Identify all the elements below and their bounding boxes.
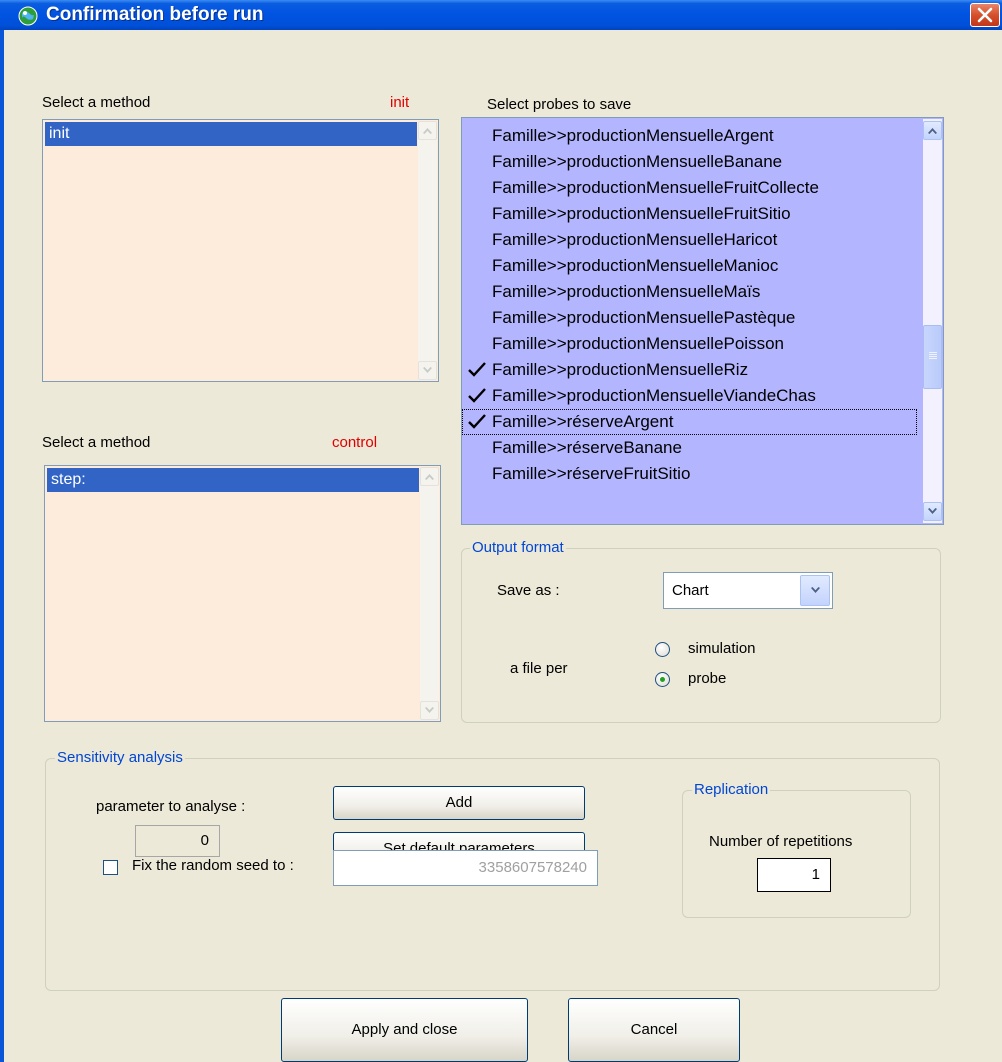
method-init-tag: init (390, 94, 410, 111)
probe-item-label: Famille>>productionMensuelleFruitCollect… (492, 178, 819, 197)
radio-simulation[interactable]: simulation (655, 640, 795, 660)
window-title: Confirmation before run (46, 4, 264, 25)
checkmark-icon (466, 383, 488, 409)
probe-item-label: Famille>>productionMensuellePoisson (492, 334, 784, 353)
param-label: parameter to analyse : (96, 798, 246, 815)
probe-item[interactable]: Famille>>productionMensuelleManioc (462, 253, 917, 279)
probe-item-label: Famille>>productionMensuelleRiz (492, 360, 749, 379)
radio-probe[interactable]: probe (655, 670, 795, 690)
add-button[interactable]: Add (333, 786, 585, 820)
probe-item-label: Famille>>productionMensuelleHaricot (492, 230, 778, 249)
probe-item-label: Famille>>réserveFruitSitio (492, 464, 691, 483)
scroll-up-button[interactable] (923, 121, 942, 140)
method-control-label: Select a method (42, 434, 151, 451)
chevron-up-icon (423, 128, 432, 134)
save-as-label: Save as : (497, 582, 560, 599)
close-icon (977, 7, 993, 23)
chevron-down-icon (423, 367, 432, 373)
fix-seed-checkbox[interactable] (103, 860, 118, 875)
sensitivity-title: Sensitivity analysis (55, 749, 185, 766)
probes-label: Select probes to save (487, 96, 632, 113)
list-item[interactable]: step: (47, 468, 419, 492)
method-init-label: Select a method (42, 94, 151, 111)
radio-button[interactable] (655, 672, 670, 687)
radio-probe-label: probe (688, 670, 727, 687)
probe-item-label: Famille>>productionMensuelleFruitSitio (492, 204, 791, 223)
seed-input[interactable]: 3358607578240 (333, 850, 598, 886)
probe-item[interactable]: Famille>>réserveFruitSitio (462, 461, 917, 487)
close-button[interactable] (970, 3, 1000, 27)
probes-scrollbar[interactable] (923, 119, 942, 523)
probe-item[interactable]: Famille>>productionMensuellePoisson (462, 331, 917, 357)
probe-item-label: Famille>>productionMensuelleManioc (492, 256, 779, 275)
scroll-thumb[interactable] (923, 325, 942, 389)
checkmark-icon (466, 409, 488, 435)
radio-simulation-label: simulation (688, 640, 756, 657)
cancel-button[interactable]: Cancel (568, 998, 740, 1062)
probe-item[interactable]: Famille>>productionMensuelleFruitCollect… (462, 175, 917, 201)
method-init-list[interactable]: init (42, 119, 439, 382)
chevron-down-icon (425, 707, 434, 713)
chevron-up-icon (928, 128, 937, 134)
replication-title: Replication (692, 781, 771, 798)
chevron-up-icon (425, 474, 434, 480)
probe-item[interactable]: Famille>>réserveArgent (462, 409, 917, 435)
probe-item-label: Famille>>productionMensuelleBanane (492, 152, 783, 171)
probe-item[interactable]: Famille>>productionMensuelleViandeChas (462, 383, 917, 409)
scroll-down-button[interactable] (418, 361, 437, 380)
probe-item[interactable]: Famille>>productionMensuelleHaricot (462, 227, 917, 253)
fix-seed-label: Fix the random seed to : (132, 857, 294, 874)
param-count-field: 0 (135, 825, 220, 857)
probe-item[interactable]: Famille>>productionMensuelleArgent (462, 123, 917, 149)
probe-item[interactable]: Famille>>productionMensuelleBanane (462, 149, 917, 175)
radio-button[interactable] (655, 642, 670, 657)
save-as-value: Chart (672, 582, 709, 599)
scroll-up-button[interactable] (420, 467, 439, 486)
radio-selected-dot (660, 677, 665, 682)
replication-group (682, 790, 911, 918)
probe-item[interactable]: Famille>>productionMensuellePastèque (462, 305, 917, 331)
dropdown-button[interactable] (800, 575, 830, 606)
chevron-down-icon (928, 508, 937, 514)
window-border (0, 30, 4, 1062)
method-control-scrollbar[interactable] (420, 467, 439, 720)
apply-and-close-button[interactable]: Apply and close (281, 998, 528, 1062)
probe-item-label: Famille>>réserveArgent (492, 412, 674, 431)
probe-item-label: Famille>>productionMensuelleViandeChas (492, 386, 816, 405)
probe-item-label: Famille>>productionMensuellePastèque (492, 308, 796, 327)
repetitions-label: Number of repetitions (709, 833, 853, 850)
probe-item[interactable]: Famille>>productionMensuelleMaïs (462, 279, 917, 305)
method-init-scrollbar[interactable] (418, 121, 437, 380)
probe-item-label: Famille>>productionMensuelleArgent (492, 126, 774, 145)
checkmark-icon (466, 357, 488, 383)
scroll-down-button[interactable] (923, 502, 942, 521)
probes-list[interactable]: Famille>>productionMensuelleArgent Famill… (461, 117, 944, 525)
probe-item-label: Famille>>productionMensuelleMaïs (492, 282, 761, 301)
probe-item[interactable]: Famille>>productionMensuelleFruitSitio (462, 201, 917, 227)
repetitions-input[interactable]: 1 (757, 858, 831, 892)
scroll-down-button[interactable] (420, 701, 439, 720)
globe-icon (18, 6, 38, 26)
method-control-tag: control (332, 434, 378, 451)
scroll-up-button[interactable] (418, 121, 437, 140)
probe-item[interactable]: Famille>>productionMensuelleRiz (462, 357, 917, 383)
file-per-label: a file per (510, 660, 568, 677)
output-format-title: Output format (470, 539, 566, 556)
method-control-list[interactable]: step: (44, 465, 441, 722)
save-as-select[interactable]: Chart (663, 572, 833, 609)
chevron-down-icon (811, 587, 820, 593)
probe-item[interactable]: Famille>>réserveBanane (462, 435, 917, 461)
probe-item-label: Famille>>réserveBanane (492, 438, 682, 457)
list-item[interactable]: init (45, 122, 417, 146)
